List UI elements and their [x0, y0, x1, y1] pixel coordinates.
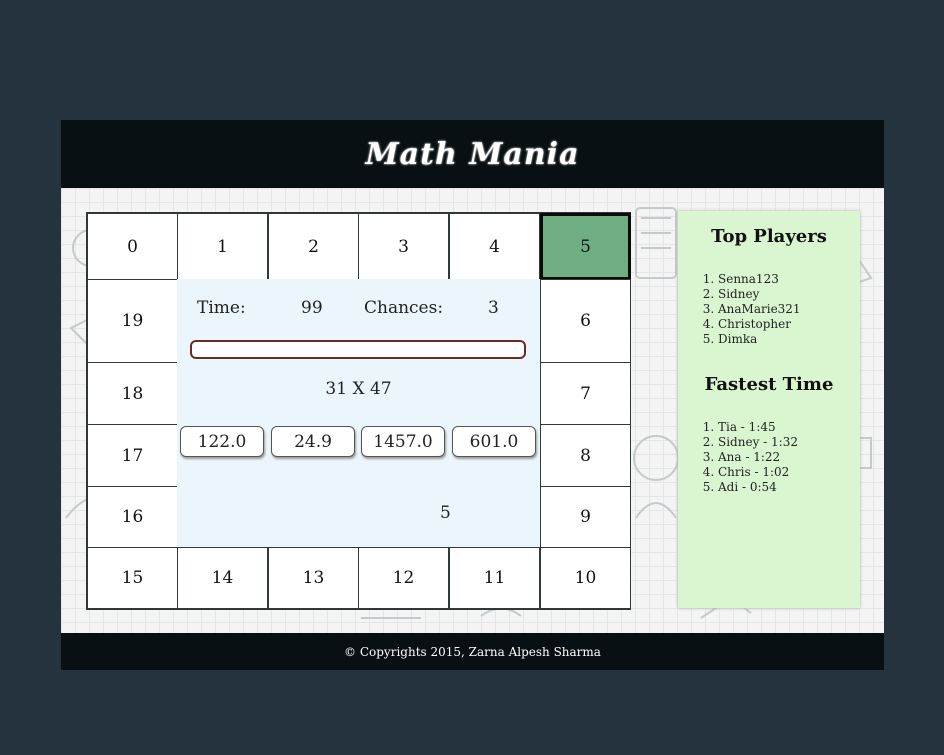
- board-cell-19: 19: [87, 279, 178, 363]
- board-cell-1: 1: [177, 213, 268, 280]
- answer-button-4[interactable]: 601.0: [452, 426, 536, 457]
- board-cell-4: 4: [449, 213, 540, 280]
- app-window: Math Mania 0 1 2 3 4 5 6 7 8 9 10 11 12 13 14 15 16 17 18 1…: [61, 120, 884, 670]
- app-title: Math Mania: [365, 136, 580, 172]
- question-text: 31 X 47: [325, 379, 392, 399]
- dice-value: 5: [440, 503, 451, 523]
- board-cell-9: 9: [540, 486, 631, 548]
- answer-button-1[interactable]: 122.0: [180, 426, 264, 457]
- main-area: 0 1 2 3 4 5 6 7 8 9 10 11 12 13 14 15 16 17 18 19 Time: 99 …: [61, 188, 884, 633]
- board-cell-7: 7: [540, 362, 631, 425]
- board-cell-8: 8: [540, 424, 631, 487]
- leaderboard-panel: Top Players Senna123 Sidney AnaMarie321 …: [678, 211, 860, 608]
- fastest-time-title: Fastest Time: [704, 374, 834, 395]
- board-cell-10: 10: [540, 547, 631, 609]
- copyright-text: © Copyrights 2015, Zarna Alpesh Sharma: [344, 644, 601, 659]
- list-item: Dimka: [718, 332, 801, 347]
- time-progress-bar: [190, 340, 526, 359]
- answer-button-2[interactable]: 24.9: [271, 426, 355, 457]
- answer-button-3[interactable]: 1457.0: [361, 426, 445, 457]
- list-item: Christopher: [718, 317, 801, 332]
- list-item: Tia - 1:45: [718, 420, 798, 435]
- list-item: Senna123: [718, 272, 801, 287]
- time-value: 99: [301, 298, 323, 318]
- chances-label: Chances:: [364, 298, 444, 318]
- header: Math Mania: [61, 120, 884, 188]
- board-cell-6: 6: [540, 279, 631, 363]
- list-item: Ana - 1:22: [718, 450, 798, 465]
- list-item: AnaMarie321: [718, 302, 801, 317]
- board-cell-2: 2: [268, 213, 359, 280]
- chances-value: 3: [488, 298, 499, 318]
- board-cell-0: 0: [87, 213, 178, 280]
- board-cell-12: 12: [358, 547, 449, 609]
- board-cell-11: 11: [449, 547, 540, 609]
- top-players-title: Top Players: [711, 226, 827, 247]
- board-cell-18: 18: [87, 362, 178, 425]
- list-item: Sidney: [718, 287, 801, 302]
- list-item: Sidney - 1:32: [718, 435, 798, 450]
- game-panel: Time: 99 Chances: 3 31 X 47 122.0 24.9 1…: [177, 279, 540, 547]
- board-cell-3: 3: [358, 213, 449, 280]
- fastest-time-list: Tia - 1:45 Sidney - 1:32 Ana - 1:22 Chri…: [706, 420, 798, 495]
- time-label: Time:: [197, 298, 246, 318]
- game-board: 0 1 2 3 4 5 6 7 8 9 10 11 12 13 14 15 16 17 18 19 Time: 99 …: [86, 212, 631, 610]
- top-players-list: Senna123 Sidney AnaMarie321 Christopher …: [706, 272, 801, 347]
- board-cell-15: 15: [87, 547, 178, 609]
- board-cell-17: 17: [87, 424, 178, 487]
- list-item: Adi - 0:54: [718, 480, 798, 495]
- board-cell-16: 16: [87, 486, 178, 548]
- footer: © Copyrights 2015, Zarna Alpesh Sharma: [61, 633, 884, 670]
- board-cell-14: 14: [177, 547, 268, 609]
- board-cell-13: 13: [268, 547, 359, 609]
- board-cell-5: 5: [540, 213, 631, 280]
- list-item: Chris - 1:02: [718, 465, 798, 480]
